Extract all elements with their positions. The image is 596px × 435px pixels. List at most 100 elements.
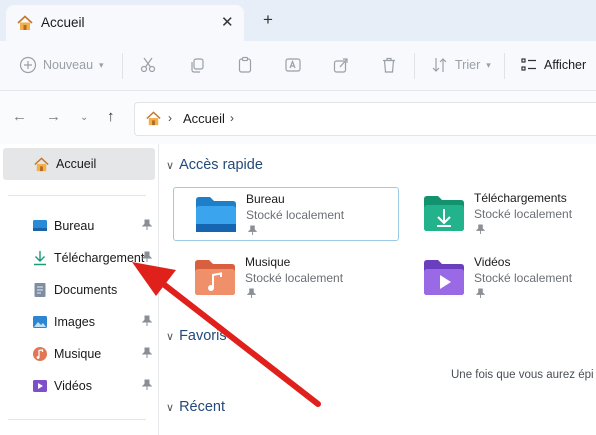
paste-button[interactable] xyxy=(236,54,254,76)
pin-icon xyxy=(476,224,485,234)
recent-locations-icon[interactable]: ⌄ xyxy=(80,112,88,123)
section-title: Récent xyxy=(179,399,226,415)
sidebar: Accueil Bureau Téléchargement Documents … xyxy=(0,144,159,435)
sort-button-label: Trier xyxy=(455,58,481,72)
copy-icon xyxy=(191,58,204,73)
sidebar-item-documents[interactable]: Documents xyxy=(32,280,156,302)
videos-icon xyxy=(33,380,47,392)
videos-folder-icon xyxy=(424,260,464,295)
pin-icon xyxy=(476,288,485,298)
chevron-down-icon: ∨ xyxy=(166,402,175,414)
sidebar-item-videos[interactable]: Vidéos xyxy=(32,376,156,398)
view-button[interactable]: Afficher xyxy=(520,54,586,76)
sidebar-item-telechargement[interactable]: Téléchargement xyxy=(32,248,156,270)
share-button[interactable] xyxy=(332,54,350,76)
home-icon xyxy=(34,157,49,172)
favorites-empty-hint: Une fois que vous aurez épi xyxy=(451,369,594,381)
download-icon xyxy=(34,251,46,266)
music-folder-icon xyxy=(195,260,235,295)
plus-circle-icon xyxy=(19,56,37,74)
new-tab-button[interactable]: + xyxy=(263,10,273,30)
tab-accueil[interactable]: Accueil ✕ xyxy=(6,5,244,41)
sidebar-item-musique[interactable]: Musique xyxy=(32,344,156,366)
section-title: Favoris xyxy=(179,328,227,344)
sidebar-item-images[interactable]: Images xyxy=(32,312,156,334)
section-recent[interactable]: ∨ Récent xyxy=(166,399,225,415)
folder-card-bureau[interactable]: Bureau Stocké localement xyxy=(173,187,399,241)
trash-icon xyxy=(383,57,395,73)
divider xyxy=(8,195,146,196)
sidebar-item-label: Vidéos xyxy=(54,379,92,393)
downloads-folder-icon xyxy=(424,196,464,231)
sidebar-item-label: Téléchargement xyxy=(54,251,145,265)
title-bar: Accueil ✕ + xyxy=(0,0,596,41)
chevron-down-icon: ∨ xyxy=(166,160,175,172)
folder-name: Bureau xyxy=(246,192,285,206)
command-bar: Nouveau ▾ Trier ▾ Afficher xyxy=(0,41,596,91)
breadcrumb-accueil[interactable]: Accueil xyxy=(183,111,225,126)
chevron-down-icon: ▾ xyxy=(486,59,491,70)
sort-icon xyxy=(432,58,447,72)
share-icon xyxy=(333,58,348,73)
back-arrow-icon[interactable]: ← xyxy=(12,108,27,125)
folder-name: Vidéos xyxy=(474,255,511,269)
clipboard-icon xyxy=(238,56,252,73)
home-icon xyxy=(146,111,161,126)
breadcrumb-separator[interactable]: › xyxy=(230,111,234,125)
folder-card-musique[interactable]: Musique Stocké localement xyxy=(173,251,397,303)
pin-icon xyxy=(247,288,256,298)
folder-name: Musique xyxy=(245,255,291,269)
sidebar-item-label: Musique xyxy=(54,347,102,361)
address-bar[interactable]: › Accueil › xyxy=(134,102,596,136)
chevron-down-icon: ∨ xyxy=(166,331,175,343)
images-icon xyxy=(33,316,47,328)
pin-icon xyxy=(248,225,257,235)
sidebar-item-bureau[interactable]: Bureau xyxy=(32,216,156,238)
view-icon xyxy=(521,58,536,71)
pin-icon xyxy=(142,251,152,262)
sidebar-item-label: Images xyxy=(54,315,95,329)
section-title: Accès rapide xyxy=(179,157,263,173)
sort-button[interactable]: Trier ▾ xyxy=(431,54,491,76)
new-button-label: Nouveau xyxy=(43,58,94,72)
cut-button[interactable] xyxy=(139,54,157,76)
pin-icon xyxy=(142,347,152,358)
home-icon xyxy=(17,15,33,30)
pin-icon xyxy=(142,219,152,230)
new-button[interactable]: Nouveau ▾ xyxy=(19,54,104,76)
sidebar-item-label: Accueil xyxy=(56,157,97,171)
close-tab-icon[interactable]: ✕ xyxy=(221,13,234,31)
section-quick-access[interactable]: ∨ Accès rapide xyxy=(166,157,263,173)
folder-card-telechargements[interactable]: Téléchargements Stocké localement xyxy=(402,187,596,239)
rename-button[interactable] xyxy=(284,54,302,76)
divider xyxy=(122,53,123,79)
copy-button[interactable] xyxy=(188,54,206,76)
tab-title: Accueil xyxy=(41,15,85,30)
pin-icon xyxy=(142,379,152,390)
sidebar-item-label: Documents xyxy=(54,283,118,297)
forward-arrow-icon[interactable]: → xyxy=(46,108,61,125)
up-arrow-icon[interactable]: ↑ xyxy=(107,108,115,125)
divider xyxy=(504,53,505,79)
view-button-label: Afficher xyxy=(544,58,587,72)
pin-icon xyxy=(142,315,152,326)
divider xyxy=(414,53,415,79)
desktop-icon xyxy=(33,220,47,231)
rename-icon xyxy=(285,58,301,72)
desktop-folder-icon xyxy=(196,197,236,232)
folder-status: Stocké localement xyxy=(246,208,345,222)
sidebar-item-label: Bureau xyxy=(54,219,95,233)
section-favorites[interactable]: ∨ Favoris xyxy=(166,328,227,344)
folder-status: Stocké localement xyxy=(474,207,573,221)
folder-status: Stocké localement xyxy=(245,271,344,285)
chevron-down-icon: ▾ xyxy=(99,59,104,70)
folder-status: Stocké localement xyxy=(474,271,573,285)
sidebar-item-accueil[interactable]: Accueil xyxy=(3,148,155,180)
documents-icon xyxy=(34,283,46,297)
divider xyxy=(8,419,146,420)
breadcrumb-separator[interactable]: › xyxy=(168,111,172,125)
delete-button[interactable] xyxy=(380,54,398,76)
folder-card-videos[interactable]: Vidéos Stocké localement xyxy=(402,251,596,303)
scissors-icon xyxy=(140,57,156,73)
music-icon xyxy=(33,347,47,361)
